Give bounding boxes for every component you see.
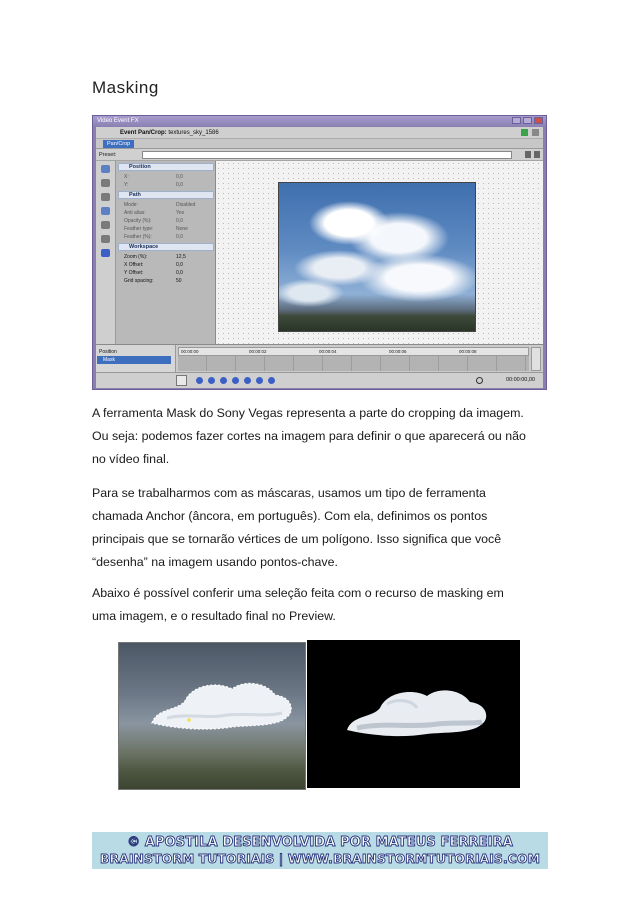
group-position: Position	[118, 163, 214, 171]
paragraph-1: A ferramenta Mask do Sony Vegas represen…	[92, 406, 526, 466]
window-controls	[512, 117, 543, 124]
next-keyframe-icon	[232, 377, 239, 384]
event-name: textures_sky_1586	[168, 130, 219, 136]
event-row: Event Pan/Crop: textures_sky_1586	[96, 127, 543, 139]
ruler-tick: 00:00:04	[319, 349, 337, 354]
paragraph-2: Para se trabalharmos com as máscaras, us…	[92, 486, 502, 569]
footer-banner: © APOSTILA DESENVOLVIDA POR MATEUS FERRE…	[92, 832, 548, 869]
timeline-scrollbar	[531, 347, 541, 371]
timecode: 00:00:00,00	[505, 377, 535, 383]
preset-row: Preset:	[96, 149, 543, 161]
enable-snapping-icon	[101, 235, 110, 243]
prop-row: Feather (%): 0,0	[124, 234, 183, 240]
video-event-fx-screenshot: Video Event FX Event Pan/Crop: textures_…	[92, 115, 547, 390]
prop-row: X Offset: 0,0	[124, 262, 183, 268]
save-preset-icon	[525, 151, 531, 158]
anchor-deletion-icon	[101, 193, 110, 201]
move-freely-icon	[101, 249, 110, 257]
prop-row: Opacity (%): 0,0	[124, 218, 183, 224]
zoom-edit-icon	[101, 221, 110, 229]
first-keyframe-icon	[196, 377, 203, 384]
transport-bar: 00:00:00,00	[96, 372, 543, 388]
ruler-tick: 00:00:06	[389, 349, 407, 354]
split-tangent-icon	[101, 207, 110, 215]
timeline-item-position: Position	[99, 349, 117, 355]
delete-preset-icon	[534, 151, 540, 158]
prev-keyframe-icon	[208, 377, 215, 384]
cloud-cutout	[347, 690, 487, 737]
properties-panel: Position X: 0,0 Y: 0,0 Path Mode: Disabled …	[116, 161, 216, 344]
keyframe-timeline: Position Mask 00:00:00 00:00:02 00:00:04…	[96, 344, 543, 373]
ruler-tick: 00:00:02	[249, 349, 267, 354]
last-keyframe-icon	[244, 377, 251, 384]
ruler-tick: 00:00:00	[181, 349, 199, 354]
event-label: Event Pan/Crop:	[120, 130, 167, 136]
add-keyframe-icon	[256, 377, 263, 384]
prop-row: Feather type: None	[124, 226, 188, 232]
sky-preview-image	[278, 182, 476, 332]
tool-strip	[96, 161, 116, 344]
footer-credit: © APOSTILA DESENVOLVIDA POR MATEUS FERRE…	[127, 835, 514, 851]
maximize-icon	[523, 117, 532, 124]
group-path: Path	[118, 191, 214, 199]
tab-pan-crop: Pan/Crop	[103, 140, 135, 148]
paragraph-3: Abaixo é possível conferir uma seleção f…	[92, 586, 504, 623]
group-workspace: Workspace	[118, 243, 214, 251]
prop-row: Zoom (%): 12,5	[124, 254, 186, 260]
mask-selection-image	[118, 642, 306, 790]
anchor-creation-icon	[101, 179, 110, 187]
preview-result-image	[307, 640, 520, 788]
normal-edit-icon	[101, 165, 110, 173]
prop-row: Y Offset: 0,0	[124, 270, 183, 276]
timeline-item-mask: Mask	[97, 356, 171, 364]
prop-row: Grid spacing: 50	[124, 278, 182, 284]
remove-plugin-icon	[532, 129, 539, 136]
preset-dropdown	[142, 151, 512, 159]
prop-row: Anti alias: Yes	[124, 210, 185, 216]
close-icon	[534, 117, 543, 124]
plugin-tab-row: Pan/Crop	[96, 139, 543, 149]
prop-row: Mode: Disabled	[124, 202, 196, 208]
sync-cursor-icon	[176, 375, 187, 386]
timeline-ruler: 00:00:00 00:00:02 00:00:04 00:00:06 00:0…	[178, 347, 529, 356]
prop-row: Y: 0,0	[124, 182, 183, 188]
delete-keyframe-icon	[268, 377, 275, 384]
play-icon	[220, 377, 227, 384]
page-title: Masking	[92, 78, 159, 97]
keyframe-track	[178, 356, 529, 371]
preset-label: Preset:	[99, 152, 117, 158]
clock-icon	[476, 377, 483, 384]
prop-row: X: 0,0	[124, 174, 183, 180]
cloud-mask-selection	[151, 682, 292, 730]
plugin-chain-icon	[521, 129, 528, 136]
minimize-icon	[512, 117, 521, 124]
window-title: Video Event FX	[93, 116, 546, 126]
footer-site: BRAINSTORM TUTORIAIS | WWW.BRAINSTORMTUT…	[99, 851, 541, 867]
ruler-tick: 00:00:08	[459, 349, 477, 354]
